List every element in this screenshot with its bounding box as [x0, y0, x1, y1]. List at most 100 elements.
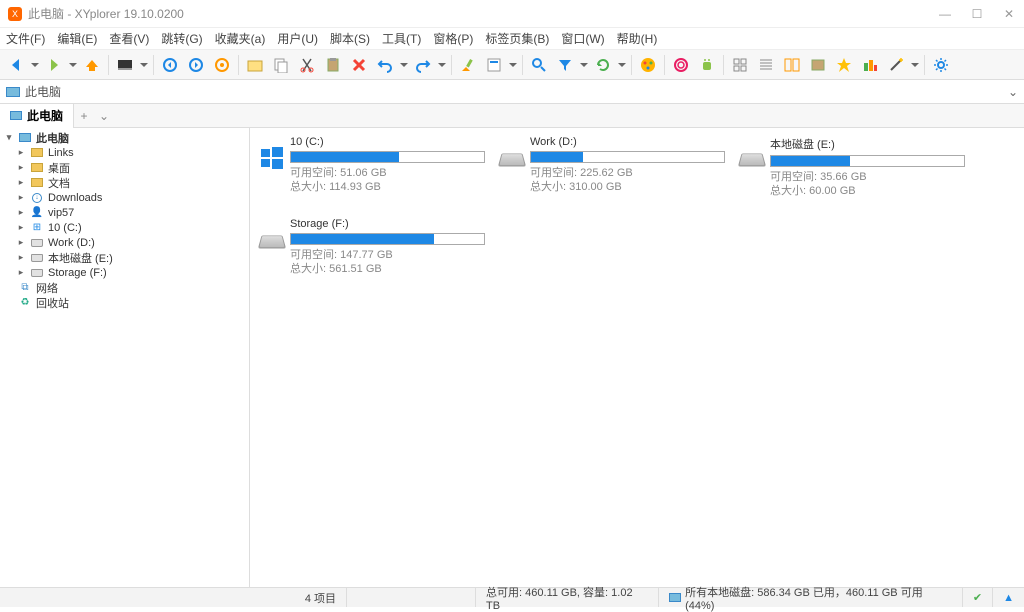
separator [723, 55, 724, 75]
refresh-dropdown[interactable] [617, 53, 627, 77]
wand-button[interactable] [884, 53, 908, 77]
delete-button[interactable] [347, 53, 371, 77]
wand-dropdown[interactable] [910, 53, 920, 77]
maximize-button[interactable]: ☐ [970, 7, 984, 21]
address-bar[interactable]: 此电脑 ⌄ [0, 80, 1024, 104]
menu-item[interactable]: 标签页集(B) [485, 30, 549, 47]
android-button[interactable] [695, 53, 719, 77]
view-details-button[interactable] [754, 53, 778, 77]
filter-button[interactable] [553, 53, 577, 77]
tree-label: vip57 [48, 207, 74, 219]
filter-dropdown[interactable] [579, 53, 589, 77]
extras-button[interactable] [858, 53, 882, 77]
file-pane[interactable]: 10 (C:)可用空间: 51.06 GB总大小: 114.93 GBWork … [250, 128, 1024, 587]
tree-node[interactable]: ▸ 文档 [0, 175, 249, 190]
console-button[interactable] [113, 53, 137, 77]
address-dropdown[interactable]: ⌄ [1008, 85, 1018, 99]
new-tab-button[interactable]: + [74, 109, 94, 123]
close-button[interactable]: ✕ [1002, 7, 1016, 21]
status-spacer [347, 588, 476, 607]
tree-node[interactable]: ▾此电脑 [0, 130, 249, 145]
tree-label: 10 (C:) [48, 222, 82, 234]
back-dropdown[interactable] [30, 53, 40, 77]
separator [108, 55, 109, 75]
drive-total: 总大小: 60.00 GB [770, 184, 970, 198]
tree-node[interactable]: ♻回收站 [0, 295, 249, 310]
drive-item[interactable]: 10 (C:)可用空间: 51.06 GB总大小: 114.93 GB [260, 136, 490, 198]
tree-node[interactable]: ▸↓Downloads [0, 190, 249, 205]
target-button[interactable] [210, 53, 234, 77]
spiral-button[interactable] [669, 53, 693, 77]
menu-item[interactable]: 查看(V) [109, 30, 149, 47]
undo-button[interactable] [373, 53, 397, 77]
tree-twist[interactable]: ▸ [16, 192, 26, 203]
color-button[interactable] [636, 53, 660, 77]
props-button[interactable] [482, 53, 506, 77]
tab-active[interactable]: 此电脑 [0, 104, 74, 128]
refresh-button[interactable] [591, 53, 615, 77]
panel-button[interactable] [806, 53, 830, 77]
back-history-button[interactable] [158, 53, 182, 77]
menu-item[interactable]: 跳转(G) [161, 30, 202, 47]
view-list-button[interactable] [728, 53, 752, 77]
drive-name: Storage (F:) [290, 218, 490, 230]
drive-item[interactable]: Storage (F:)可用空间: 147.77 GB总大小: 561.51 G… [260, 218, 490, 276]
drive-total: 总大小: 561.51 GB [290, 262, 490, 276]
menu-item[interactable]: 窗口(W) [561, 30, 604, 47]
tree-twist[interactable]: ▸ [16, 222, 26, 233]
menu-item[interactable]: 窗格(P) [433, 30, 473, 47]
tree-twist[interactable]: ▸ [16, 147, 26, 158]
user-icon: 👤 [30, 207, 44, 218]
tree-node[interactable]: ▸Work (D:) [0, 235, 249, 250]
minimize-button[interactable]: ― [938, 7, 952, 21]
drive-item[interactable]: 本地磁盘 (E:)可用空间: 35.66 GB总大小: 60.00 GB [740, 136, 970, 198]
brush-button[interactable] [456, 53, 480, 77]
forward-dropdown[interactable] [68, 53, 78, 77]
tree-node[interactable]: ▸⊞10 (C:) [0, 220, 249, 235]
redo-button[interactable] [411, 53, 435, 77]
tree-twist[interactable]: ▸ [16, 252, 26, 263]
copy-button[interactable] [269, 53, 293, 77]
tree-twist[interactable]: ▾ [4, 132, 14, 143]
tree-node[interactable]: ▸本地磁盘 (E:) [0, 250, 249, 265]
up-button[interactable] [80, 53, 104, 77]
paste-button[interactable] [321, 53, 345, 77]
separator [522, 55, 523, 75]
redo-dropdown[interactable] [437, 53, 447, 77]
tree-node[interactable]: ▸桌面 [0, 160, 249, 175]
folder-icon [30, 178, 44, 187]
drive-name: Work (D:) [530, 136, 730, 148]
hotlist-button[interactable] [139, 53, 149, 77]
menu-item[interactable]: 编辑(E) [57, 30, 97, 47]
tree-node[interactable]: ▸ 👤 vip57 [0, 205, 249, 220]
menu-item[interactable]: 帮助(H) [617, 30, 658, 47]
menu-item[interactable]: 工具(T) [382, 30, 421, 47]
tree-twist[interactable]: ▸ [16, 177, 26, 188]
undo-dropdown[interactable] [399, 53, 409, 77]
dual-pane-button[interactable] [780, 53, 804, 77]
forward-history-button[interactable] [184, 53, 208, 77]
tree-node[interactable]: ⧉网络 [0, 280, 249, 295]
tree-node[interactable]: ▸Links [0, 145, 249, 160]
menu-item[interactable]: 收藏夹(a) [215, 30, 266, 47]
star-button[interactable] [832, 53, 856, 77]
cut-button[interactable] [295, 53, 319, 77]
separator [631, 55, 632, 75]
find-button[interactable] [527, 53, 551, 77]
tree-twist[interactable]: ▸ [16, 267, 26, 278]
tree-twist[interactable]: ▸ [16, 237, 26, 248]
tree-twist[interactable]: ▸ [16, 162, 26, 173]
tree-label: 文档 [48, 175, 70, 191]
props-dropdown[interactable] [508, 53, 518, 77]
menu-item[interactable]: 脚本(S) [330, 30, 370, 47]
forward-button[interactable] [42, 53, 66, 77]
menu-item[interactable]: 用户(U) [277, 30, 318, 47]
tree-twist[interactable]: ▸ [16, 207, 26, 218]
settings-button[interactable] [929, 53, 953, 77]
back-button[interactable] [4, 53, 28, 77]
tab-dropdown[interactable]: ⌄ [94, 109, 114, 123]
drive-item[interactable]: Work (D:)可用空间: 225.62 GB总大小: 310.00 GB [500, 136, 730, 198]
menu-item[interactable]: 文件(F) [6, 30, 45, 47]
tree-node[interactable]: ▸Storage (F:) [0, 265, 249, 280]
browse-button[interactable] [243, 53, 267, 77]
